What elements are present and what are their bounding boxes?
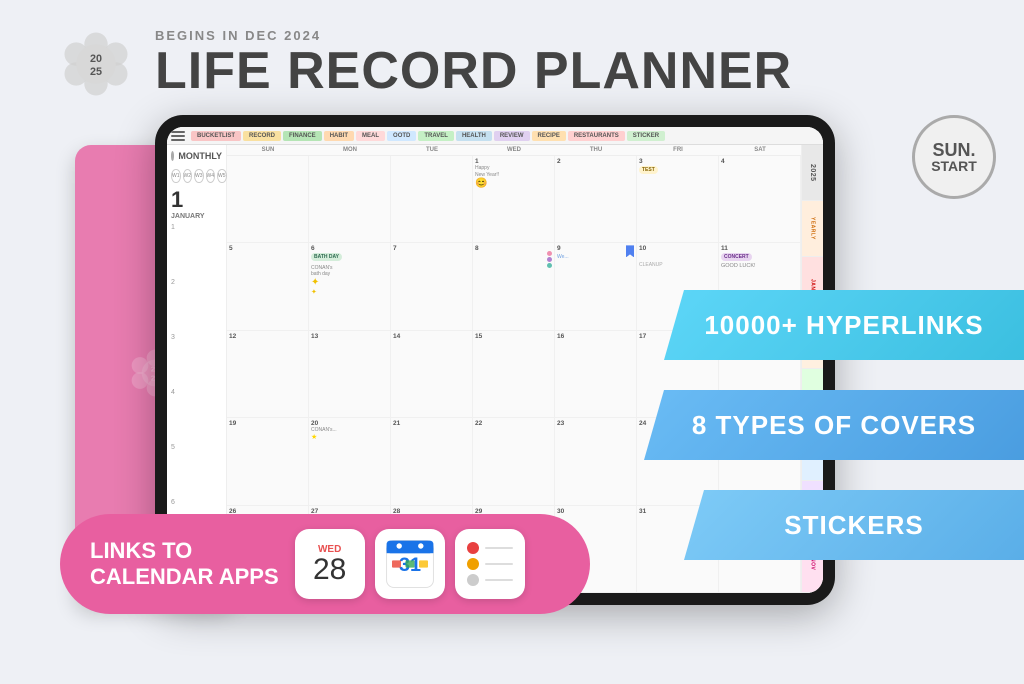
table-row[interactable] xyxy=(227,156,309,243)
month-name: JANUARY xyxy=(171,213,222,220)
tab-finance[interactable]: FINANCE xyxy=(283,131,322,141)
links-label: LINKS TO CALENDAR APPS xyxy=(90,538,279,591)
tab-meal[interactable]: MEAL xyxy=(356,131,385,141)
week-circles: W1 W2 W3 W4 W5 xyxy=(171,169,222,183)
table-row[interactable]: 15 xyxy=(473,331,555,418)
week-circle-1[interactable]: W1 xyxy=(171,169,181,183)
tab-bar: BUCKETLIST RECORD FINANCE HABIT MEAL OOT… xyxy=(167,127,823,145)
table-row[interactable]: 16 xyxy=(555,331,637,418)
table-row[interactable]: 13 xyxy=(309,331,391,418)
tab-travel[interactable]: TRAVEL xyxy=(418,131,454,141)
table-row[interactable]: 12 xyxy=(227,331,309,418)
header-subtitle: BEGINS IN DEC 2024 xyxy=(155,28,792,43)
tab-yearly[interactable]: YEARLY xyxy=(802,201,823,257)
feature-hyperlinks-text: 10000+ HYPERLINKS xyxy=(704,310,983,341)
month-icon xyxy=(171,151,174,161)
table-row[interactable] xyxy=(309,156,391,243)
feature-stickers-banner: STICKERS xyxy=(684,490,1024,560)
table-row[interactable]: 14 xyxy=(391,331,473,418)
row-numbers: 1 2 3 4 5 6 xyxy=(171,224,222,506)
google-calendar-icon[interactable]: 31 xyxy=(375,529,445,599)
row-num-3: 3 xyxy=(171,334,222,341)
hamburger-icon[interactable] xyxy=(171,131,185,141)
svg-text:25: 25 xyxy=(90,66,102,78)
table-row[interactable]: 5 xyxy=(227,243,309,330)
week-circle-4[interactable]: W4 xyxy=(206,169,216,183)
table-row[interactable]: 7 xyxy=(391,243,473,330)
feature-hyperlinks-banner: 10000+ HYPERLINKS xyxy=(664,290,1024,360)
sun-start-badge: SUN. START xyxy=(912,115,996,199)
monthly-label: MONTHLY xyxy=(178,151,222,161)
table-row[interactable]: 22 xyxy=(473,418,555,505)
day-wed: WED xyxy=(473,147,555,153)
week-circle-3[interactable]: W3 xyxy=(194,169,204,183)
row-num-6: 6 xyxy=(171,499,222,506)
row-num-2: 2 xyxy=(171,279,222,286)
day-tue: TUE xyxy=(391,147,473,153)
week-circle-5[interactable]: W5 xyxy=(217,169,227,183)
table-row[interactable]: 20 CONAN's... ★ xyxy=(309,418,391,505)
week-circle-2[interactable]: W2 xyxy=(183,169,193,183)
day-headers: SUN MON TUE WED THU FRI SAT xyxy=(227,145,801,156)
tab-sticker[interactable]: STICKER xyxy=(627,131,665,141)
native-calendar-icon[interactable]: WED 28 xyxy=(295,529,365,599)
tab-recipe[interactable]: RECIPE xyxy=(532,131,566,141)
links-label-line2: CALENDAR APPS xyxy=(90,564,279,589)
native-cal-num: 28 xyxy=(313,555,346,585)
links-label-line1: LINKS TO xyxy=(90,538,192,563)
tab-health[interactable]: HEALTH xyxy=(456,131,492,141)
reminders-dots xyxy=(467,542,513,586)
tab-record[interactable]: RECORD xyxy=(243,131,281,141)
reminders-icon[interactable] xyxy=(455,529,525,599)
day-mon: MON xyxy=(309,147,391,153)
tab-2025[interactable]: 2025 xyxy=(802,145,823,201)
year-logo: 20 25 xyxy=(60,28,132,100)
header-title: LIFE RECORD PLANNER xyxy=(155,43,792,100)
table-row[interactable]: 8 xyxy=(473,243,555,330)
feature-covers-text: 8 TYPES OF COVERS xyxy=(692,410,976,441)
table-row[interactable]: 23 xyxy=(555,418,637,505)
table-row[interactable]: 19 xyxy=(227,418,309,505)
sun-start-line2: START xyxy=(931,159,977,173)
row-num-5: 5 xyxy=(171,444,222,451)
calendar-links-banner: LINKS TO CALENDAR APPS WED 28 31 xyxy=(60,514,590,614)
table-row[interactable]: 2 xyxy=(555,156,637,243)
svg-text:20: 20 xyxy=(90,53,102,65)
header: BEGINS IN DEC 2024 LIFE RECORD PLANNER xyxy=(155,28,792,100)
row-num-4: 4 xyxy=(171,389,222,396)
table-row[interactable]: 6 BATH DAY CONAN'sbath day ✦ ✦ xyxy=(309,243,391,330)
day-sat: SAT xyxy=(719,147,801,153)
table-row[interactable] xyxy=(391,156,473,243)
tab-restaurants[interactable]: RESTAURANTS xyxy=(568,131,625,141)
tab-ootd[interactable]: OOTD xyxy=(387,131,416,141)
big-number: 1 xyxy=(171,189,222,211)
tab-bucketlist[interactable]: BUCKETLIST xyxy=(191,131,241,141)
day-fri: FRI xyxy=(637,147,719,153)
tab-habit[interactable]: HABIT xyxy=(324,131,354,141)
sun-start-line1: SUN. xyxy=(932,141,975,159)
table-row[interactable]: 1 HappyNew Year!! 😊 xyxy=(473,156,555,243)
tab-review[interactable]: REVIEW xyxy=(494,131,530,141)
app-icons: WED 28 31 xyxy=(295,529,525,599)
table-row[interactable]: 9 We... xyxy=(555,243,637,330)
table-row[interactable]: 3 TEST xyxy=(637,156,719,243)
row-num-1: 1 xyxy=(171,224,222,231)
feature-stickers-text: STICKERS xyxy=(784,510,923,541)
day-sun: SUN xyxy=(227,147,309,153)
table-row[interactable]: 21 xyxy=(391,418,473,505)
day-thu: THU xyxy=(555,147,637,153)
feature-covers-banner: 8 TYPES OF COVERS xyxy=(644,390,1024,460)
table-row[interactable]: 4 xyxy=(719,156,801,243)
